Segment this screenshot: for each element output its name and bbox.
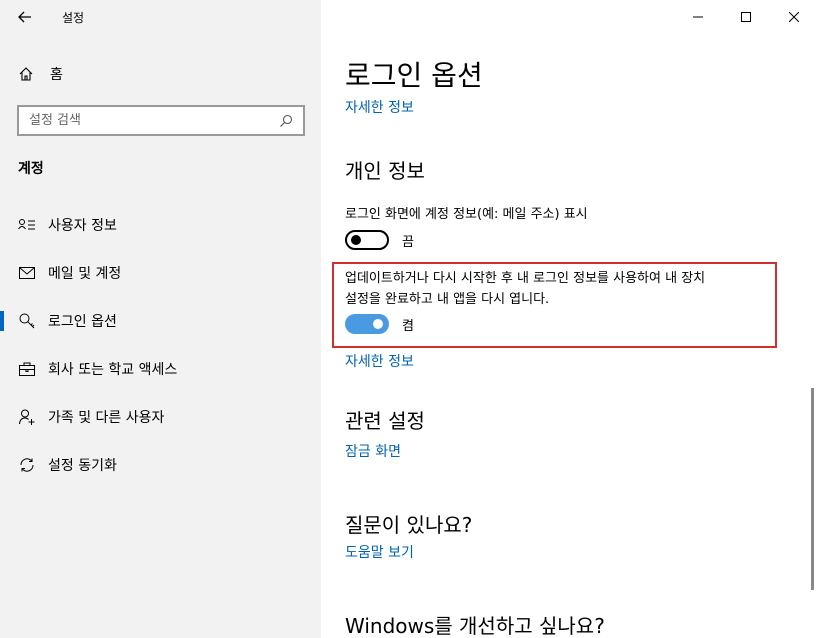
minimize-icon bbox=[693, 16, 703, 18]
person-add-icon bbox=[18, 408, 36, 426]
use-signin-info-label-line2: 설정을 완료하고 내 앱을 다시 엽니다. bbox=[345, 292, 550, 307]
user-info-icon bbox=[18, 216, 36, 234]
home-label: 홈 bbox=[50, 67, 63, 83]
sidebar-item-label: 가족 및 다른 사용자 bbox=[48, 410, 165, 426]
key-icon bbox=[18, 312, 36, 330]
page-title: 로그인 옵션 bbox=[345, 59, 483, 92]
sync-icon bbox=[18, 456, 36, 474]
details-link-privacy[interactable]: 자세한 정보 bbox=[345, 351, 414, 371]
sidebar-item-mail[interactable]: 메일 및 계정 bbox=[0, 253, 321, 293]
privacy-heading: 개인 정보 bbox=[345, 159, 425, 183]
sidebar-item-label: 회사 또는 학교 액세스 bbox=[48, 362, 178, 378]
mail-icon bbox=[18, 264, 36, 282]
sidebar-item-family[interactable]: 가족 및 다른 사용자 bbox=[0, 397, 321, 437]
lock-screen-link[interactable]: 잠금 화면 bbox=[345, 441, 401, 461]
sidebar-item-home[interactable]: 홈 bbox=[18, 62, 63, 86]
sidebar: 설정 홈 계정 사용자 정보 메일 bbox=[0, 0, 321, 638]
close-button[interactable] bbox=[770, 0, 818, 34]
show-account-details-toggle[interactable] bbox=[345, 230, 389, 250]
sidebar-item-sync[interactable]: 설정 동기화 bbox=[0, 445, 321, 485]
sidebar-item-label: 메일 및 계정 bbox=[48, 266, 122, 282]
titlebar-left: 설정 bbox=[0, 0, 321, 34]
home-icon bbox=[19, 67, 33, 81]
feedback-heading: Windows를 개선하고 싶나요? bbox=[345, 614, 605, 638]
back-arrow-icon bbox=[18, 11, 31, 23]
search-input[interactable] bbox=[29, 113, 269, 128]
details-link-top[interactable]: 자세한 정보 bbox=[345, 97, 414, 117]
app-title: 설정 bbox=[62, 11, 85, 25]
back-button[interactable] bbox=[10, 4, 40, 30]
search-box[interactable] bbox=[17, 105, 305, 136]
maximize-icon bbox=[741, 12, 751, 22]
sidebar-item-label: 로그인 옵션 bbox=[48, 314, 117, 330]
toggle-state-label: 끔 bbox=[402, 234, 414, 250]
show-account-details-toggle-row: 끔 bbox=[345, 230, 414, 250]
window-controls bbox=[674, 0, 818, 34]
scrollbar-thumb[interactable] bbox=[811, 388, 814, 590]
sidebar-item-user-info[interactable]: 사용자 정보 bbox=[0, 205, 321, 245]
help-heading: 질문이 있나요? bbox=[345, 513, 473, 537]
sidebar-item-label: 설정 동기화 bbox=[48, 458, 117, 474]
sidebar-item-signin-options[interactable]: 로그인 옵션 bbox=[0, 301, 321, 341]
use-signin-info-toggle[interactable] bbox=[345, 314, 389, 334]
use-signin-info-toggle-row: 켬 bbox=[345, 314, 414, 334]
close-icon bbox=[789, 12, 799, 22]
get-help-link[interactable]: 도움말 보기 bbox=[345, 542, 414, 562]
main-content: 로그인 옵션 자세한 정보 개인 정보 로그인 화면에 계정 정보(예: 메일 … bbox=[321, 0, 818, 638]
use-signin-info-label-line1: 업데이트하거나 다시 시작한 후 내 로그인 정보를 사용하여 내 장치 bbox=[345, 271, 706, 286]
show-account-details-label: 로그인 화면에 계정 정보(예: 메일 주소) 표시 bbox=[345, 207, 588, 222]
toggle-knob bbox=[373, 319, 383, 329]
search-icon[interactable] bbox=[279, 114, 293, 128]
briefcase-icon bbox=[18, 360, 36, 378]
maximize-button[interactable] bbox=[722, 0, 770, 34]
toggle-knob bbox=[351, 235, 361, 245]
sidebar-section-title: 계정 bbox=[18, 161, 44, 177]
minimize-button[interactable] bbox=[674, 0, 722, 34]
sidebar-item-label: 사용자 정보 bbox=[48, 218, 117, 234]
toggle-state-label: 켬 bbox=[402, 318, 414, 334]
related-settings-heading: 관련 설정 bbox=[345, 409, 425, 433]
sidebar-item-work-school[interactable]: 회사 또는 학교 액세스 bbox=[0, 349, 321, 389]
